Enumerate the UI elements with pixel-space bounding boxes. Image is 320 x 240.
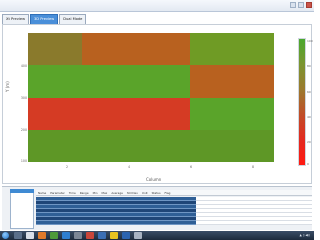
color-scale-bar — [298, 38, 306, 166]
heatmap-cell — [28, 33, 82, 66]
heatmap-cell — [136, 33, 190, 66]
table-row-empty — [196, 213, 312, 217]
app-icon[interactable] — [74, 232, 82, 239]
column-header[interactable]: Status — [150, 190, 163, 195]
close-button[interactable] — [306, 2, 312, 8]
taskbar — [0, 231, 314, 240]
table-row[interactable] — [36, 197, 196, 201]
table-row[interactable] — [36, 209, 196, 213]
results-table: Name Parameter Time Range Min Max Averag… — [36, 190, 312, 230]
start-button[interactable] — [2, 232, 9, 239]
app-icon[interactable] — [122, 232, 130, 239]
table-row-empty — [196, 209, 312, 213]
column-header[interactable]: Time — [67, 190, 78, 195]
y-tick-label: 400 — [20, 64, 27, 68]
heatmap-cell — [190, 129, 274, 162]
x-tick-label: 8 — [251, 165, 255, 169]
heatmap-cell — [82, 129, 136, 162]
table-row[interactable] — [36, 221, 196, 225]
table-row[interactable] — [36, 205, 196, 209]
column-header[interactable]: Average — [109, 190, 125, 195]
column-header[interactable]: Name — [36, 190, 48, 195]
window-titlebar — [0, 0, 314, 12]
app-icon[interactable] — [134, 232, 142, 239]
heatmap-cell — [136, 65, 190, 98]
file-explorer-icon[interactable] — [14, 232, 22, 239]
system-tray[interactable]: ▲ ▯ ◀)) — [299, 232, 310, 239]
heatmap-cell — [190, 33, 274, 66]
colorbar-tick: 80 — [307, 64, 311, 68]
table-row[interactable] — [36, 213, 196, 217]
colorbar-tick: 0 — [307, 162, 309, 166]
table-row-empty — [196, 221, 312, 225]
channel-list[interactable] — [10, 189, 34, 229]
heatmap-cell — [28, 97, 82, 130]
minimize-button[interactable] — [290, 2, 296, 8]
table-row-empty — [196, 217, 312, 221]
column-header[interactable]: Parameter — [48, 190, 67, 195]
channel-list-header — [10, 189, 34, 193]
heatmap-cell — [28, 129, 82, 162]
y-tick-label: 200 — [20, 128, 27, 132]
media-player-icon[interactable] — [38, 232, 46, 239]
x-tick-label: 6 — [189, 165, 193, 169]
browser-icon[interactable] — [62, 232, 70, 239]
heatmap-cell — [28, 65, 82, 98]
tab-xt-preview[interactable]: Xt Preview — [2, 14, 30, 24]
heatmap-cell — [82, 33, 136, 66]
maximize-button[interactable] — [298, 2, 304, 8]
window-controls — [290, 2, 312, 8]
app-icon[interactable] — [110, 232, 118, 239]
colorbar-tick: 40 — [307, 115, 311, 119]
tab-dual-mode[interactable]: Dual Mode — [59, 14, 87, 24]
y-tick-label: 300 — [20, 96, 27, 100]
column-header[interactable]: Flag — [163, 190, 173, 195]
tab-3d-preview[interactable]: 3D Preview — [30, 14, 59, 24]
table-row[interactable] — [36, 201, 196, 205]
heatmap-cell — [82, 97, 136, 130]
table-row-empty — [196, 205, 312, 209]
colorbar-tick: 20 — [307, 140, 311, 144]
app-icon[interactable] — [98, 232, 106, 239]
x-tick-label: 2 — [65, 165, 69, 169]
table-row-empty — [196, 201, 312, 205]
y-axis-label: Y (m) — [5, 81, 10, 92]
heatmap-cell — [82, 65, 136, 98]
y-tick-label: 100 — [20, 159, 27, 163]
heatmap-cell — [190, 97, 274, 130]
table-row-empty — [196, 197, 312, 201]
table-row[interactable] — [36, 217, 196, 221]
heatmap-cell — [136, 129, 190, 162]
column-header[interactable]: Max — [100, 190, 110, 195]
app-icon[interactable] — [50, 232, 58, 239]
colorbar-tick: 60 — [307, 90, 311, 94]
x-tick-label: 4 — [127, 165, 131, 169]
column-header[interactable]: Min — [91, 190, 100, 195]
app-icon[interactable] — [86, 232, 94, 239]
column-header[interactable]: Range — [78, 190, 91, 195]
colorbar-tick: 100 — [307, 39, 313, 43]
view-tabs: Xt Preview 3D Preview Dual Mode — [2, 14, 87, 24]
table-header: Name Parameter Time Range Min Max Averag… — [36, 190, 312, 196]
x-axis-label: Column — [146, 177, 162, 182]
document-icon[interactable] — [26, 232, 34, 239]
heatmap-cell — [136, 97, 190, 130]
heatmap — [28, 33, 274, 162]
heatmap-cell — [190, 65, 274, 98]
column-header[interactable]: Std Dev — [125, 190, 140, 195]
column-header[interactable]: Unit — [140, 190, 150, 195]
